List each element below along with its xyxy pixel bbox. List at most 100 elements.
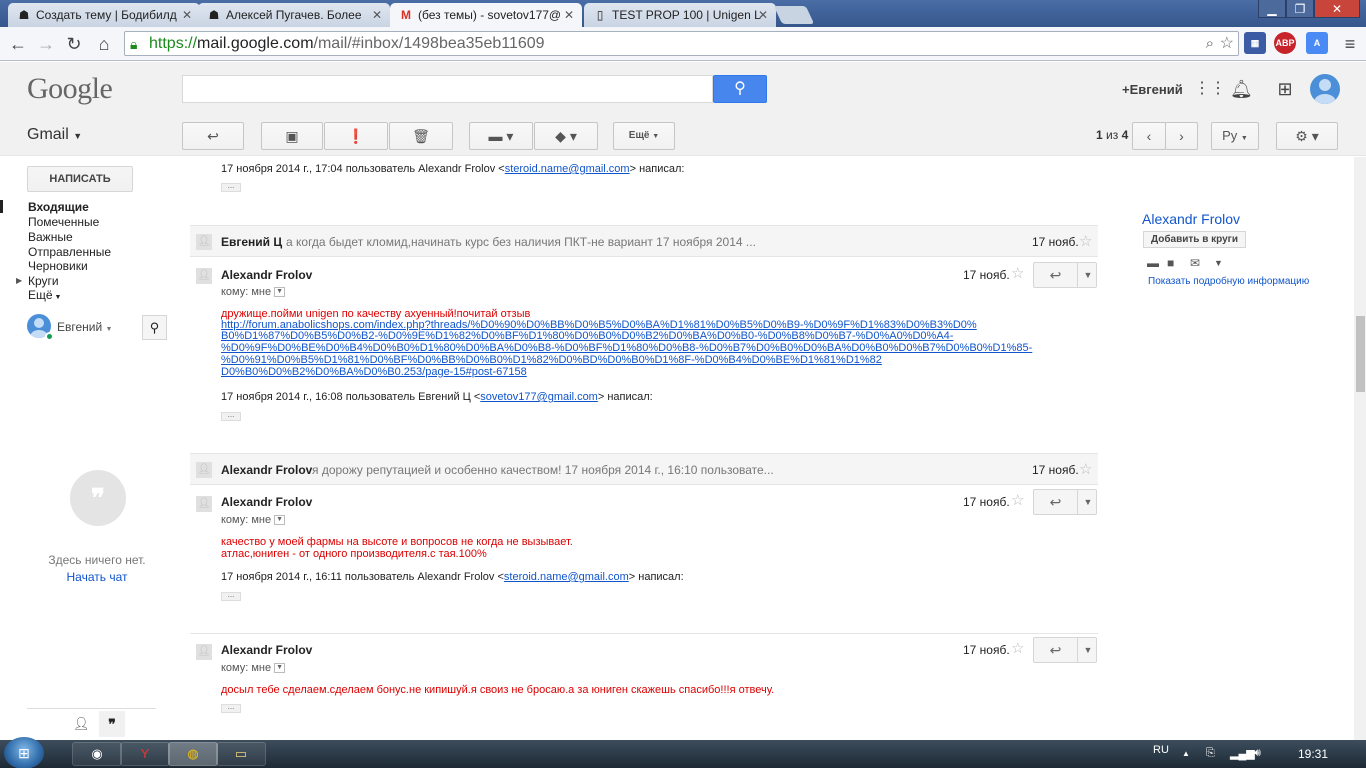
quote-email-link[interactable]: steroid.name@gmail.com (505, 163, 630, 175)
show-trimmed-button[interactable]: ... (221, 703, 241, 713)
sidebar-item-sent[interactable]: Отправленные (28, 245, 111, 259)
show-trimmed-button[interactable]: ... (221, 182, 241, 192)
more-actions-chevron-icon[interactable]: ▼ (1079, 263, 1097, 287)
new-tab-button[interactable] (773, 6, 815, 24)
taskbar-app-1[interactable]: ◉ (72, 742, 122, 766)
address-bar[interactable]: 🔒︎ https://mail.google.com/mail/#inbox/1… (124, 31, 1239, 56)
sidebar-item-important[interactable]: Важные (28, 230, 73, 244)
archive-button[interactable]: ▣ (261, 122, 323, 150)
translate-icon[interactable]: A (1306, 32, 1328, 54)
reload-icon[interactable]: ↻ (62, 32, 86, 56)
reply-icon[interactable]: ↩ (1034, 490, 1078, 514)
settings-button[interactable]: ⚙ ▾ (1276, 122, 1338, 150)
compose-button[interactable]: НАПИСАТЬ (27, 166, 133, 192)
usb-icon[interactable]: ⎘ (1206, 747, 1215, 760)
taskbar-chrome[interactable]: ◍ (168, 742, 218, 766)
adblock-icon[interactable]: ABP (1274, 32, 1296, 54)
sidebar-item-drafts[interactable]: Черновики (28, 259, 88, 273)
newer-button[interactable]: ‹ (1132, 122, 1166, 150)
taskbar-yandex[interactable]: Y (120, 742, 170, 766)
sidebar-item-circles[interactable]: Круги (28, 274, 59, 288)
close-icon[interactable]: ✕ (372, 8, 382, 22)
gmail-menu[interactable]: Gmail ▼ (27, 126, 82, 144)
tray-expand-icon[interactable]: ▲ (1182, 749, 1190, 758)
zoom-search-icon[interactable]: ⌕ (1206, 32, 1214, 55)
signal-icon[interactable]: ▂▄▆ (1230, 747, 1255, 760)
delete-button[interactable]: 🗑︎ (389, 122, 453, 150)
star-icon[interactable]: ☆ (1079, 232, 1092, 250)
window-close-button[interactable]: ✕ (1314, 0, 1360, 18)
show-trimmed-button[interactable]: ... (221, 591, 241, 601)
page-scrollbar[interactable] (1354, 157, 1366, 740)
labels-button[interactable]: ◆ ▾ (534, 122, 598, 150)
user-name[interactable]: Евгений ▼ (57, 320, 112, 334)
extension-flag-icon[interactable]: ▦ (1244, 32, 1266, 54)
home-icon[interactable]: ⌂ (92, 32, 116, 56)
minimize-button[interactable]: ▁ (1258, 0, 1286, 18)
more-button[interactable]: Ещё ▼ (613, 122, 675, 150)
quote-email-link[interactable]: steroid.name@gmail.com (504, 571, 629, 583)
move-to-button[interactable]: ▬ ▾ (469, 122, 533, 150)
menu-icon[interactable]: ≡ (1338, 32, 1362, 56)
show-details-link[interactable]: Показать подробную информацию (1148, 276, 1309, 287)
video-icon[interactable]: ■ (1167, 256, 1174, 270)
bookmark-star-icon[interactable]: ☆ (1220, 32, 1234, 55)
forum-link-line[interactable]: %D0%9F%D0%BE%D0%B4%D0%B0%D1%80%D0%BA%D0%… (221, 343, 1032, 354)
browser-tab-3[interactable]: M (без темы) - sovetov177@ ✕ (390, 3, 582, 27)
more-actions-chevron-icon[interactable]: ▼ (1079, 490, 1097, 514)
hangouts-search-button[interactable]: ⚲ (142, 315, 167, 340)
show-trimmed-button[interactable]: ... (221, 411, 241, 421)
search-input[interactable] (182, 75, 713, 103)
close-icon[interactable]: ✕ (182, 8, 192, 22)
clock[interactable]: 19:31 (1298, 747, 1328, 761)
star-icon[interactable]: ☆ (1079, 460, 1092, 478)
maximize-button[interactable]: ❐ (1286, 0, 1314, 18)
search-button[interactable]: ⚲ (713, 75, 767, 103)
report-spam-button[interactable]: ❗ (324, 122, 388, 150)
more-actions-chevron-icon[interactable]: ▼ (1079, 638, 1097, 662)
mail-icon[interactable]: ✉ (1190, 256, 1200, 270)
google-logo[interactable]: Google (27, 72, 113, 106)
forum-link-line[interactable]: B0%D1%87%D0%B5%D0%B2-%D0%9E%D1%82%D0%BF%… (221, 331, 953, 342)
collapsed-message[interactable]: 👤︎ Евгений Ц а когда быдет кломид,начина… (190, 225, 1098, 257)
recipient-line[interactable]: кому: мне ▼ (221, 514, 286, 526)
input-tools-button[interactable]: Ру ▼ (1211, 122, 1259, 150)
chevron-down-icon[interactable]: ▼ (1214, 258, 1223, 268)
apps-grid-icon[interactable]: ⋮⋮ (1194, 78, 1226, 100)
collapsed-message[interactable]: 👤︎ Alexandr Frolov я дорожу репутацией и… (190, 453, 1098, 485)
browser-tab-2[interactable]: ☗ Алексей Пугачев. Более ✕ (198, 3, 390, 27)
chat-icon[interactable]: ▬ (1147, 256, 1159, 270)
reply-icon[interactable]: ↩ (1034, 638, 1078, 662)
sidebar-item-starred[interactable]: Помеченные (28, 215, 99, 229)
reply-icon[interactable]: ↩ (1034, 263, 1078, 287)
browser-tab-1[interactable]: ☗ Создать тему | Бодибилд ✕ (8, 3, 200, 27)
volume-icon[interactable]: 🔊︎ (1254, 747, 1261, 760)
star-icon[interactable]: ☆ (1011, 264, 1024, 282)
start-chat-link[interactable]: Начать чат (0, 570, 194, 584)
close-icon[interactable]: ✕ (564, 8, 574, 22)
scrollbar-thumb[interactable] (1356, 316, 1365, 392)
contacts-person-icon[interactable]: 👤︎ (73, 716, 90, 732)
contact-name-link[interactable]: Alexandr Frolov (1142, 211, 1240, 227)
add-to-circles-button[interactable]: Добавить в круги (1143, 231, 1246, 248)
start-button[interactable]: ⊞ (4, 737, 44, 768)
sidebar-item-more[interactable]: Ещё ▼ (28, 288, 61, 302)
share-plus-icon[interactable]: ⊞ (1274, 78, 1296, 100)
forum-link-line[interactable]: %D0%91%D0%B5%D1%81%D0%BF%D0%BB%D0%B0%D1%… (221, 355, 882, 366)
sidebar-item-inbox[interactable]: Входящие (28, 200, 89, 214)
close-icon[interactable]: ✕ (758, 8, 768, 22)
older-button[interactable]: › (1165, 122, 1198, 150)
recipient-line[interactable]: кому: мне ▼ (221, 662, 286, 674)
back-icon[interactable]: ← (6, 32, 30, 56)
star-icon[interactable]: ☆ (1011, 639, 1024, 657)
hangouts-icon[interactable]: ❞ (99, 711, 125, 737)
star-icon[interactable]: ☆ (1011, 491, 1024, 509)
forum-link-line[interactable]: D0%B0%D0%B2%D0%BA%D0%B0.253/page-15#post… (221, 367, 527, 378)
expand-triangle-icon[interactable]: ▶ (16, 276, 22, 285)
language-indicator[interactable]: RU (1153, 744, 1169, 756)
account-avatar[interactable] (1310, 74, 1340, 104)
taskbar-explorer[interactable]: ▭ (216, 742, 266, 766)
notifications-bell-icon[interactable]: 🔔︎ (1230, 78, 1253, 100)
browser-tab-4[interactable]: ▯ TEST PROP 100 | Unigen L ✕ (584, 3, 776, 27)
back-to-inbox-button[interactable]: ↩ (182, 122, 244, 150)
